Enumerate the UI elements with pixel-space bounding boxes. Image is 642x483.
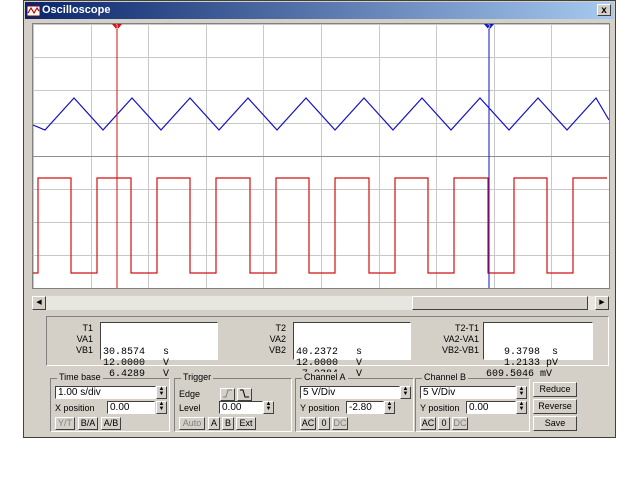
channel-b-group: Channel B 5 V/Div ▲ ▼ Y position 0.00 ▲ ▼ …: [415, 372, 530, 432]
falling-edge-icon[interactable]: [237, 388, 252, 401]
oscilloscope-app-icon: [27, 5, 40, 17]
cursor-1-label: 1: [115, 24, 119, 31]
mode-ba-button[interactable]: B/A: [78, 417, 98, 430]
trigger-b-button[interactable]: B: [222, 417, 234, 430]
readout-col1-values: 30.8574 s 12.0000 V 6.4289 V: [100, 322, 218, 380]
window-title: Oscilloscope: [42, 4, 111, 16]
timebase-spinner[interactable]: ▲ ▼: [156, 386, 167, 399]
xpos-label: X position: [55, 403, 95, 413]
level-label: Level: [179, 403, 201, 413]
channel-b-zero-button[interactable]: 0: [438, 417, 450, 430]
rising-edge-icon[interactable]: [220, 388, 235, 401]
channel-a-ypos-label: Y position: [300, 403, 340, 413]
oscilloscope-window: Oscilloscope x 12 ◀ ▶ T1 VA1 VB1 30.8574 s…: [23, 0, 616, 438]
mode-ab-button[interactable]: A/B: [101, 417, 121, 430]
channel-b-ypos-label: Y position: [420, 403, 460, 413]
channel-a-scale-field[interactable]: 5 V/Div: [300, 386, 400, 399]
title-bar: Oscilloscope x: [25, 2, 614, 19]
channel-b-scale-spinner[interactable]: ▲ ▼: [516, 386, 527, 399]
readout-col3-values: 9.3798 s 1.2133 pV 609.5046 mV: [483, 322, 593, 380]
oscilloscope-screen: 12: [32, 23, 610, 289]
mode-yt-button[interactable]: Y/T: [55, 417, 75, 430]
readout-col1-labels: T1 VA1 VB1: [75, 323, 93, 355]
channel-b-ypos-spinner[interactable]: ▲ ▼: [516, 401, 527, 414]
channel-a-scale-spinner[interactable]: ▲ ▼: [400, 386, 411, 399]
xpos-field[interactable]: 0.00: [107, 401, 155, 414]
level-field[interactable]: 0.00: [219, 401, 263, 414]
channel-a-title: Channel A: [302, 372, 348, 382]
xpos-spinner[interactable]: ▲ ▼: [156, 401, 167, 414]
scroll-right-arrow-icon[interactable]: ▶: [595, 296, 609, 310]
readout-col2-labels: T2 VA2 VB2: [268, 323, 286, 355]
readout-col2-values: 40.2372 s12.0000 V 7.0384 V: [293, 322, 411, 380]
channel-a-dc-button[interactable]: DC: [332, 417, 348, 430]
channel-a-ac-button[interactable]: AC: [300, 417, 316, 430]
timebase-title: Time base: [57, 372, 103, 382]
close-button[interactable]: x: [597, 4, 611, 16]
channel-b-dc-button[interactable]: DC: [452, 417, 468, 430]
trigger-auto-button[interactable]: Auto: [179, 417, 205, 430]
trigger-title: Trigger: [181, 372, 214, 382]
channel-b-title: Channel B: [422, 372, 469, 382]
scroll-left-arrow-icon[interactable]: ◀: [32, 296, 46, 310]
channel-a-zero-button[interactable]: 0: [318, 417, 330, 430]
channel-a-waveform: [33, 177, 607, 274]
cursor-2-label: 2: [487, 24, 491, 31]
trigger-ext-button[interactable]: Ext: [236, 417, 256, 430]
reduce-button[interactable]: Reduce: [533, 382, 577, 397]
save-button[interactable]: Save: [533, 416, 577, 431]
scrollbar-thumb[interactable]: [412, 296, 588, 310]
reverse-button[interactable]: Reverse: [533, 399, 577, 414]
channel-b-ypos-field[interactable]: 0.00: [466, 401, 516, 414]
channel-a-ypos-spinner[interactable]: ▲ ▼: [384, 401, 395, 414]
horizontal-scrollbar[interactable]: ◀ ▶: [32, 296, 609, 310]
readout-col3-labels: T2-T1 VA2-VA1 VB2-VB1: [441, 323, 479, 355]
cursor-readout-panel: T1 VA1 VB1 30.8574 s 12.0000 V 6.4289 V T2 V…: [46, 316, 609, 380]
trigger-group: Trigger Edge Level 0.00 ▲ ▼ Auto A B Ext: [174, 372, 292, 432]
channel-b-ac-button[interactable]: AC: [420, 417, 436, 430]
timebase-scale-field[interactable]: 1.00 s/div: [55, 386, 156, 399]
edge-label: Edge: [179, 389, 201, 399]
channel-a-group: Channel A 5 V/Div ▲ ▼ Y position -2.80 ▲ ▼…: [295, 372, 414, 432]
trigger-a-button[interactable]: A: [208, 417, 220, 430]
level-spinner[interactable]: ▲ ▼: [263, 401, 274, 414]
timebase-group: Time base 1.00 s/div ▲ ▼ X position 0.00 …: [50, 372, 170, 432]
channel-b-scale-field[interactable]: 5 V/Div: [420, 386, 516, 399]
channel-a-ypos-field[interactable]: -2.80: [346, 401, 384, 414]
waveform-display: 12: [33, 24, 609, 288]
